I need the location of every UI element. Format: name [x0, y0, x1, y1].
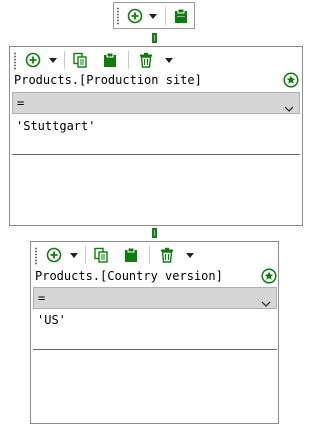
- filter-panel-1: Products.[Production site] = 'Stuttgart': [9, 46, 303, 226]
- operator-value: =: [17, 96, 25, 110]
- connector-handle[interactable]: [152, 228, 157, 238]
- field-label: Products.[Production site]: [14, 73, 202, 87]
- filter-panel-2: Products.[Country version] = 'US': [30, 241, 279, 424]
- operator-select[interactable]: =: [33, 287, 277, 309]
- grip-icon[interactable]: [14, 52, 16, 70]
- dropdown-arrow-icon[interactable]: [185, 250, 195, 260]
- value-text: 'US': [37, 313, 66, 327]
- dropdown-arrow-icon[interactable]: [148, 11, 158, 21]
- chevron-down-icon: [261, 294, 271, 307]
- value-input[interactable]: 'Stuttgart': [12, 115, 300, 155]
- add-icon[interactable]: [24, 51, 42, 69]
- operator-select[interactable]: =: [12, 92, 300, 114]
- dropdown-arrow-icon[interactable]: [164, 55, 174, 65]
- operator-value: =: [38, 291, 46, 305]
- copy-icon[interactable]: [92, 246, 110, 264]
- value-input[interactable]: 'US': [33, 309, 277, 350]
- paste-icon[interactable]: [122, 246, 140, 264]
- dropdown-arrow-icon[interactable]: [69, 250, 79, 260]
- clipboard-paste-icon[interactable]: [172, 7, 190, 25]
- add-icon[interactable]: [126, 7, 144, 25]
- value-text: 'Stuttgart': [16, 119, 96, 133]
- favorite-star-icon[interactable]: [283, 72, 299, 88]
- field-label: Products.[Country version]: [35, 269, 223, 283]
- grip-icon[interactable]: [117, 7, 119, 25]
- paste-icon[interactable]: [101, 51, 119, 69]
- favorite-star-icon[interactable]: [261, 268, 277, 284]
- copy-icon[interactable]: [71, 51, 89, 69]
- chevron-down-icon: [284, 99, 294, 112]
- grip-icon[interactable]: [35, 247, 37, 265]
- top-toolbar: [113, 2, 195, 29]
- dropdown-arrow-icon[interactable]: [48, 55, 58, 65]
- add-icon[interactable]: [45, 246, 63, 264]
- connector-handle[interactable]: [152, 33, 157, 43]
- delete-icon[interactable]: [158, 246, 176, 264]
- delete-icon[interactable]: [137, 51, 155, 69]
